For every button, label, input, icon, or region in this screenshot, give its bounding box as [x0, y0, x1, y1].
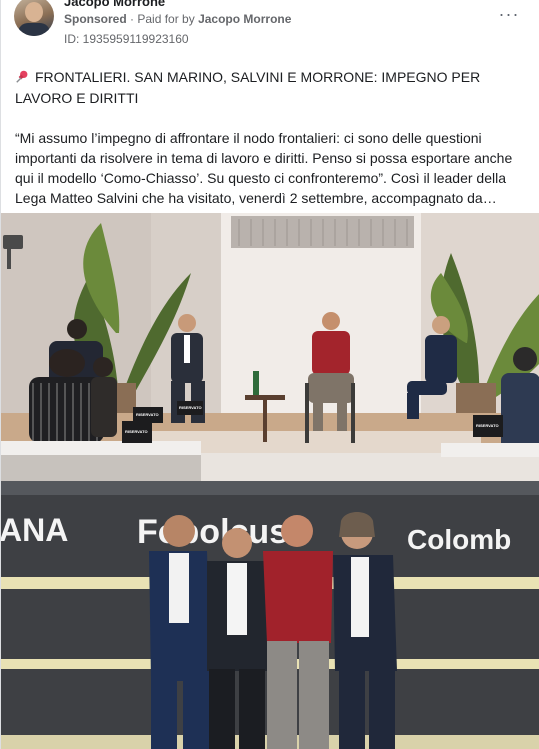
pushpin-icon	[16, 70, 28, 83]
post-body: “Mi assumo l’impegno di affrontare il no…	[15, 130, 513, 206]
wall-text-left: ANA	[1, 512, 68, 548]
wall-text-right: Colomb	[407, 524, 511, 555]
paid-by-name[interactable]: Jacopo Morrone	[198, 12, 291, 26]
sponsored-line: Sponsored · Paid for by Jacopo Morrone	[64, 12, 291, 26]
post-header: Jacopo Morrone Sponsored · Paid for by J…	[1, 0, 539, 52]
more-options-icon[interactable]: ···	[498, 5, 520, 23]
post-headline: FRONTALIERI. SAN MARINO, SALVINI E MORRO…	[15, 67, 525, 109]
ad-post-card: Jacopo Morrone Sponsored · Paid for by J…	[0, 0, 539, 749]
placard-3: RISERVATO	[179, 405, 202, 410]
post-photo-panel[interactable]: RISERVATO RISERVATO RISERVATO RISERVATO	[1, 213, 539, 481]
ad-id: ID: 1935959119923160	[64, 32, 189, 46]
author-avatar[interactable]	[14, 0, 54, 36]
placard-1: RISERVATO	[125, 429, 148, 434]
author-name[interactable]: Jacopo Morrone	[64, 0, 165, 9]
placard-4: RISERVATO	[476, 423, 499, 428]
sponsored-label: Sponsored	[64, 12, 127, 26]
headline-text: FRONTALIERI. SAN MARINO, SALVINI E MORRO…	[15, 69, 481, 106]
post-photo-group[interactable]: ANA Fobolcus Colomb	[1, 481, 539, 749]
wall-text-mid: Fobolcus	[137, 513, 288, 551]
placard-2: RISERVATO	[136, 412, 159, 417]
paid-prefix: · Paid for by	[130, 12, 195, 26]
